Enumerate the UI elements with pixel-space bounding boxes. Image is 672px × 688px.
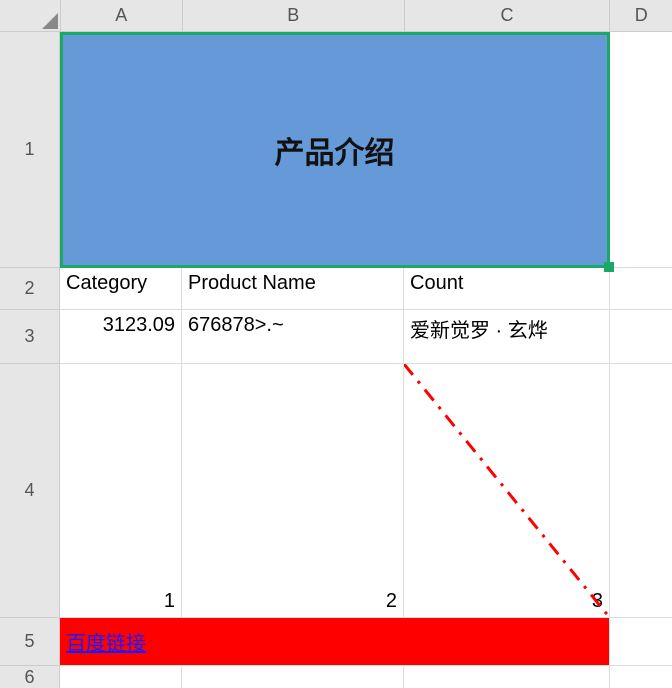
cell-C2[interactable]: Count [404, 268, 610, 310]
row-label-1: 1 [24, 139, 34, 160]
col-header-D[interactable]: D [610, 0, 672, 32]
select-all-corner[interactable] [0, 0, 61, 32]
cell-A3[interactable]: 3123.09 [60, 310, 182, 364]
link-text: 百度链接 [66, 633, 146, 655]
cell-D1[interactable] [610, 32, 672, 268]
select-all-triangle-icon [42, 13, 58, 29]
row-headers: 1 2 3 4 5 6 [0, 32, 60, 688]
row-header-1[interactable]: 1 [0, 32, 60, 268]
row-label-4: 4 [24, 480, 34, 501]
selection-fill-handle[interactable] [604, 262, 614, 272]
value-B3: 676878>.~ [188, 314, 284, 337]
header-category: Category [66, 272, 147, 295]
cell-C6[interactable] [404, 666, 610, 688]
cell-A6[interactable] [60, 666, 182, 688]
col-label-B: B [287, 5, 299, 26]
col-header-B[interactable]: B [183, 0, 405, 32]
cell-B4[interactable]: 2 [182, 364, 404, 618]
cell-D4[interactable] [610, 364, 672, 618]
header-count: Count [410, 272, 463, 295]
header-product-name: Product Name [188, 272, 316, 295]
cell-D5[interactable] [610, 618, 672, 666]
row-header-2[interactable]: 2 [0, 268, 60, 310]
row-label-6: 6 [24, 667, 34, 688]
title-cell[interactable]: 产品介绍 [60, 32, 610, 268]
cell-B3[interactable]: 676878>.~ [182, 310, 404, 364]
cell-B6[interactable] [182, 666, 404, 688]
value-A4: 1 [164, 590, 175, 613]
row-header-3[interactable]: 3 [0, 310, 60, 364]
col-label-A: A [115, 5, 127, 26]
cell-A4[interactable]: 1 [60, 364, 182, 618]
row-label-5: 5 [24, 631, 34, 652]
col-label-D: D [635, 5, 648, 26]
row-label-3: 3 [24, 326, 34, 347]
row-header-5[interactable]: 5 [0, 618, 60, 666]
col-label-C: C [500, 5, 513, 26]
row-header-6[interactable]: 6 [0, 666, 60, 688]
row-header-4[interactable]: 4 [0, 364, 60, 618]
spreadsheet: A B C D 1 2 3 4 5 6 产品介绍 Category Produc… [0, 0, 672, 688]
col-header-C[interactable]: C [405, 0, 611, 32]
cell-D2[interactable] [610, 268, 672, 310]
value-C3: 爱新觉罗 · 玄烨 [410, 314, 548, 343]
cell-C4[interactable]: 3 [404, 364, 610, 618]
column-headers: A B C D [0, 0, 672, 32]
cell-B2[interactable]: Product Name [182, 268, 404, 310]
baidu-link[interactable]: 百度链接 [66, 627, 146, 656]
value-A3: 3123.09 [103, 314, 175, 337]
value-C4: 3 [592, 590, 603, 613]
cell-D6[interactable] [610, 666, 672, 688]
row-label-2: 2 [24, 278, 34, 299]
cell-A2[interactable]: Category [60, 268, 182, 310]
value-B4: 2 [386, 590, 397, 613]
col-header-A[interactable]: A [61, 0, 183, 32]
title-text: 产品介绍 [275, 128, 395, 172]
cell-C3[interactable]: 爱新觉罗 · 玄烨 [404, 310, 610, 364]
link-row[interactable]: 百度链接 [60, 618, 610, 666]
cell-D3[interactable] [610, 310, 672, 364]
